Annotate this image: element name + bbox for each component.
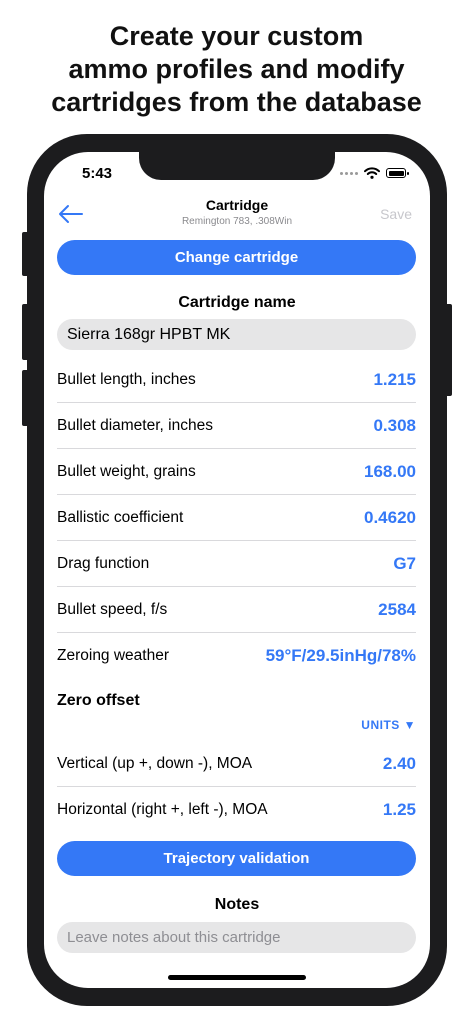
row-vertical-offset[interactable]: Vertical (up +, down -), MOA 2.40 bbox=[57, 741, 416, 787]
row-horizontal-offset[interactable]: Horizontal (right +, left -), MOA 1.25 bbox=[57, 787, 416, 833]
row-zeroing-weather[interactable]: Zeroing weather 59°F/29.5inHg/78% bbox=[57, 633, 416, 679]
row-ballistic-coefficient[interactable]: Ballistic coefficient 0.4620 bbox=[57, 495, 416, 541]
status-time: 5:43 bbox=[82, 165, 113, 182]
row-bullet-diameter[interactable]: Bullet diameter, inches 0.308 bbox=[57, 403, 416, 449]
change-cartridge-button[interactable]: Change cartridge bbox=[57, 240, 416, 275]
battery-icon bbox=[386, 168, 409, 178]
row-value: G7 bbox=[393, 554, 416, 573]
nav-subtitle: Remington 783, .308Win bbox=[181, 216, 293, 227]
home-indicator bbox=[168, 975, 306, 980]
row-label: Drag function bbox=[57, 555, 150, 572]
notes-title: Notes bbox=[214, 896, 260, 913]
row-label: Ballistic coefficient bbox=[57, 509, 184, 526]
row-label: Vertical (up +, down -), MOA bbox=[57, 755, 253, 772]
save-button[interactable]: Save bbox=[380, 206, 412, 222]
row-bullet-length[interactable]: Bullet length, inches 1.215 bbox=[57, 357, 416, 403]
row-bullet-speed[interactable]: Bullet speed, f/s 2584 bbox=[57, 587, 416, 633]
cartridge-name-input[interactable]: Sierra 168gr HPBT MK bbox=[57, 319, 416, 350]
zero-offset-title: Zero offset bbox=[57, 692, 140, 709]
row-value: 1.25 bbox=[382, 800, 416, 819]
row-label: Bullet length, inches bbox=[57, 371, 196, 388]
row-value: 2.40 bbox=[382, 754, 416, 773]
cartridge-name-title: Cartridge name bbox=[178, 294, 296, 311]
status-icons bbox=[340, 167, 409, 179]
row-drag-function[interactable]: Drag function G7 bbox=[57, 541, 416, 587]
notes-input[interactable]: Leave notes about this cartridge bbox=[57, 922, 416, 953]
row-value: 1.215 bbox=[373, 370, 416, 389]
cellular-dots-icon bbox=[340, 171, 358, 175]
nav-title: Cartridge bbox=[205, 197, 269, 213]
promo-headline: Create your custom ammo profiles and mod… bbox=[0, 20, 473, 119]
row-label: Bullet diameter, inches bbox=[57, 417, 213, 434]
phone-screen: 5:43 Cartridge Remington 783, .308Win Sa… bbox=[44, 152, 430, 988]
trajectory-validation-button[interactable]: Trajectory validation bbox=[57, 841, 416, 876]
row-label: Horizontal (right +, left -), MOA bbox=[57, 801, 268, 818]
row-label: Bullet weight, grains bbox=[57, 463, 196, 480]
row-value: 168.00 bbox=[364, 462, 416, 481]
row-label: Zeroing weather bbox=[57, 647, 170, 664]
notch bbox=[139, 152, 335, 180]
row-label: Bullet speed, f/s bbox=[57, 601, 168, 618]
row-value: 59°F/29.5inHg/78% bbox=[265, 646, 416, 665]
wifi-icon bbox=[364, 167, 380, 179]
units-dropdown[interactable]: UNITS ▼ bbox=[361, 718, 416, 732]
row-value: 2584 bbox=[378, 600, 416, 619]
promo-line-2: ammo profiles and modify bbox=[68, 54, 405, 84]
row-bullet-weight[interactable]: Bullet weight, grains 168.00 bbox=[57, 449, 416, 495]
row-value: 0.308 bbox=[373, 416, 416, 435]
promo-line-1: Create your custom bbox=[109, 21, 364, 51]
row-value: 0.4620 bbox=[364, 508, 416, 527]
promo-line-3: cartridges from the database bbox=[51, 87, 422, 117]
